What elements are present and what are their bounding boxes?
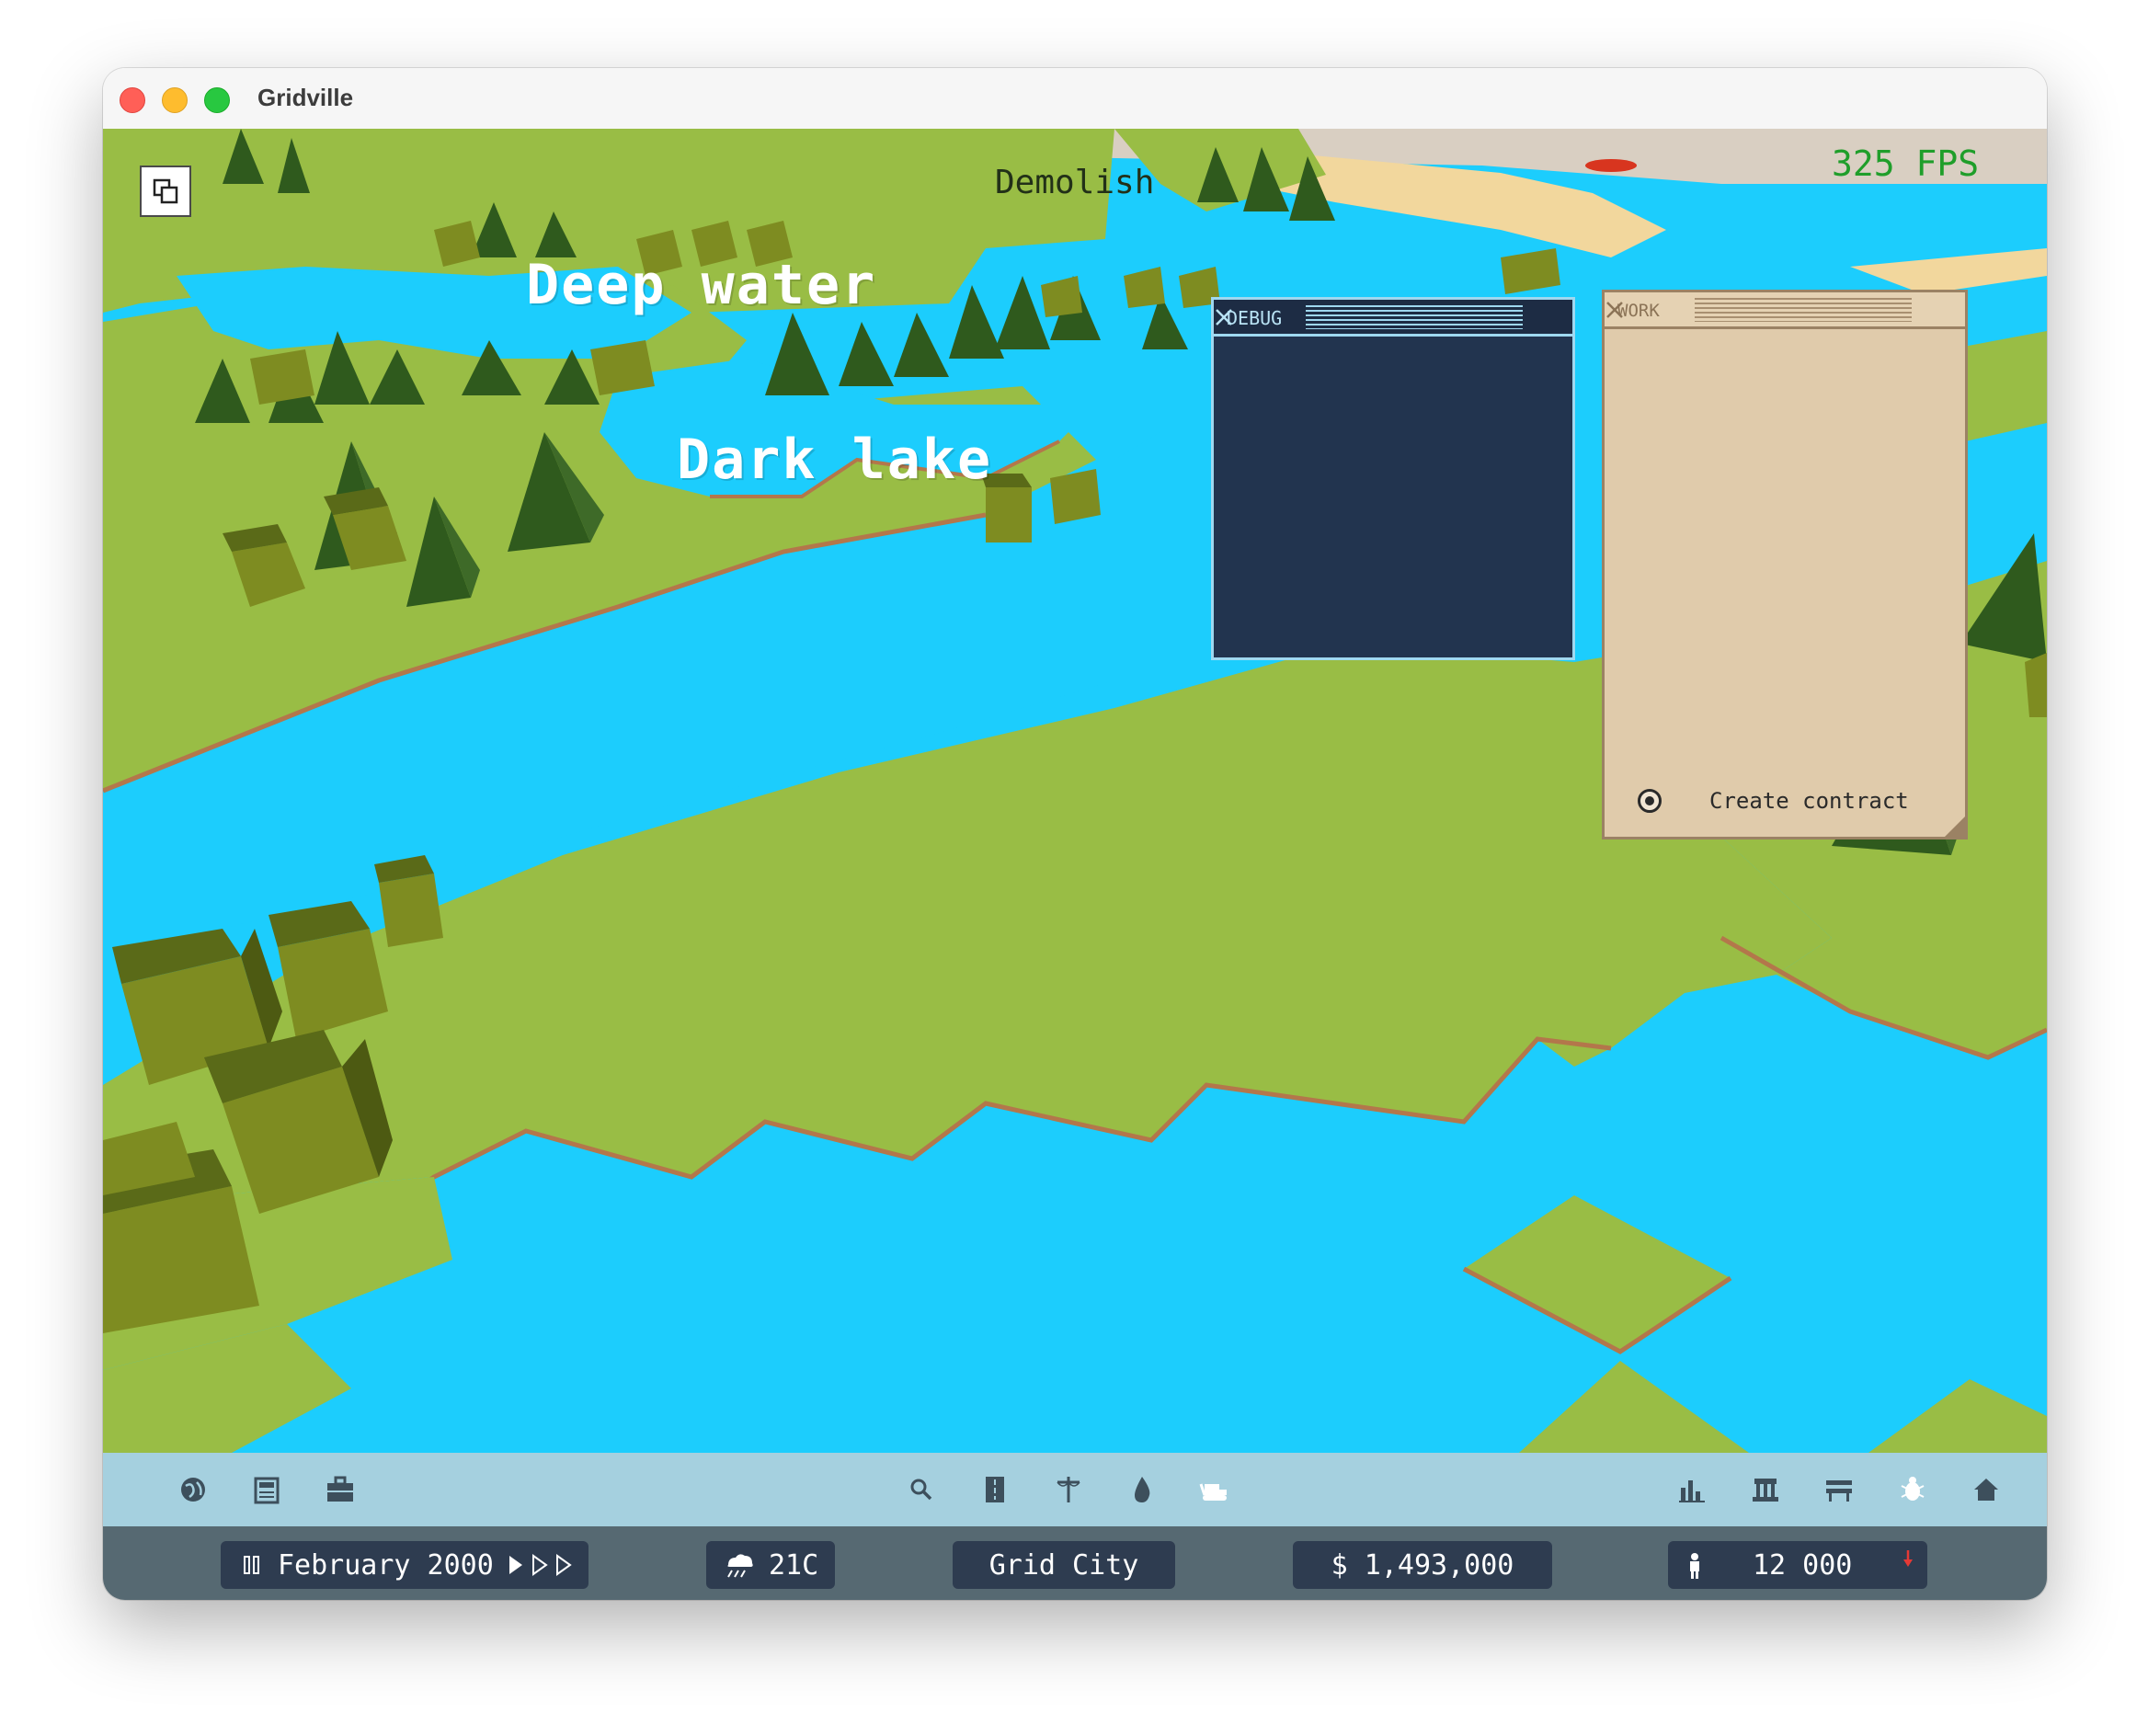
small-island — [1464, 1195, 1731, 1352]
south-island — [1519, 1361, 1749, 1453]
inspect-button[interactable] — [903, 1471, 940, 1508]
magnifier-icon — [910, 1479, 932, 1501]
bank-button[interactable] — [1747, 1471, 1784, 1508]
drag-handle[interactable] — [1306, 305, 1523, 329]
se-island — [1868, 1379, 2047, 1453]
statistics-button[interactable] — [1674, 1471, 1710, 1508]
home-icon — [1974, 1479, 1998, 1501]
window-title: Gridville — [257, 84, 354, 111]
label-deep-water: Deep water — [526, 253, 877, 317]
bar-chart-icon — [1679, 1480, 1705, 1502]
layers-icon — [153, 178, 178, 204]
power-line-icon — [1057, 1477, 1080, 1502]
rain-cloud-icon — [727, 1554, 753, 1578]
pause-icon[interactable] — [241, 1554, 263, 1576]
road-button[interactable] — [977, 1471, 1013, 1508]
date-display: February 2000 — [278, 1549, 494, 1582]
debug-panel-header[interactable]: DEBUG — [1214, 300, 1572, 337]
debug-panel: DEBUG — [1211, 297, 1575, 660]
game-window: Gridville Deep water Dark lake Demolish … — [103, 68, 2047, 1600]
red-marker — [1585, 159, 1637, 172]
tool-bar — [103, 1453, 2047, 1526]
label-dark-lake: Dark lake — [677, 428, 993, 492]
bank-icon — [1753, 1479, 1778, 1502]
resize-handle[interactable] — [1945, 817, 1965, 837]
title-bar: Gridville — [103, 68, 2047, 130]
create-contract-label[interactable]: Create contract — [1709, 788, 1909, 814]
demolish-button[interactable] — [1197, 1471, 1234, 1508]
work-panel: WORK Create contract — [1602, 290, 1968, 839]
globe-icon — [181, 1478, 205, 1502]
bench-icon — [1826, 1480, 1852, 1502]
fps-counter: 325 FPS — [1832, 143, 1980, 184]
road-icon — [986, 1477, 1004, 1502]
weather-display: 21C — [706, 1541, 835, 1589]
close-icon[interactable] — [1214, 307, 1234, 327]
city-name-display[interactable]: Grid City — [953, 1541, 1175, 1589]
person-icon — [1690, 1553, 1699, 1579]
home-button[interactable] — [1968, 1471, 2005, 1508]
briefcase-button[interactable] — [322, 1471, 359, 1508]
parks-button[interactable] — [1821, 1471, 1857, 1508]
play-icon[interactable] — [508, 1554, 524, 1576]
newspaper-button[interactable] — [248, 1471, 285, 1508]
create-contract-radio[interactable] — [1638, 789, 1662, 813]
money-display[interactable]: $ 1,493,000 — [1293, 1541, 1552, 1589]
population-display[interactable]: 12 000 — [1668, 1541, 1927, 1589]
minimize-window-button[interactable] — [162, 87, 188, 113]
water-button[interactable] — [1124, 1471, 1160, 1508]
close-window-button[interactable] — [120, 87, 145, 113]
label-demolish: Demolish — [995, 164, 1155, 201]
trend-down-arrow-icon — [1903, 1550, 1913, 1567]
drag-handle[interactable] — [1695, 298, 1912, 322]
work-panel-header[interactable]: WORK — [1605, 292, 1965, 329]
status-bar: February 2000 21C Grid City $ 1,493,000 … — [103, 1526, 2047, 1600]
date-control: February 2000 — [221, 1541, 588, 1589]
money-amount: $ 1,493,000 — [1331, 1549, 1514, 1582]
close-icon[interactable] — [1605, 300, 1625, 320]
newspaper-icon — [254, 1477, 280, 1504]
briefcase-icon — [327, 1476, 353, 1502]
debug-button[interactable] — [1894, 1471, 1931, 1508]
power-button[interactable] — [1050, 1471, 1087, 1508]
maximize-window-button[interactable] — [204, 87, 230, 113]
layers-button[interactable] — [140, 166, 191, 217]
fast-forward-icon[interactable] — [531, 1554, 548, 1576]
city-name: Grid City — [988, 1549, 1139, 1582]
population-count: 12 000 — [1753, 1549, 1853, 1582]
debug-panel-title: DEBUG — [1227, 307, 1283, 329]
sand-beach-right — [1850, 248, 2047, 294]
temperature-display: 21C — [769, 1549, 819, 1582]
game-viewport[interactable]: Deep water Dark lake Demolish 325 FPS DE… — [103, 129, 2047, 1453]
bug-icon — [1901, 1477, 1925, 1501]
bulldozer-icon — [1199, 1483, 1227, 1501]
globe-button[interactable] — [175, 1471, 211, 1508]
fastest-forward-icon[interactable] — [555, 1554, 572, 1576]
water-drop-icon — [1135, 1477, 1150, 1502]
